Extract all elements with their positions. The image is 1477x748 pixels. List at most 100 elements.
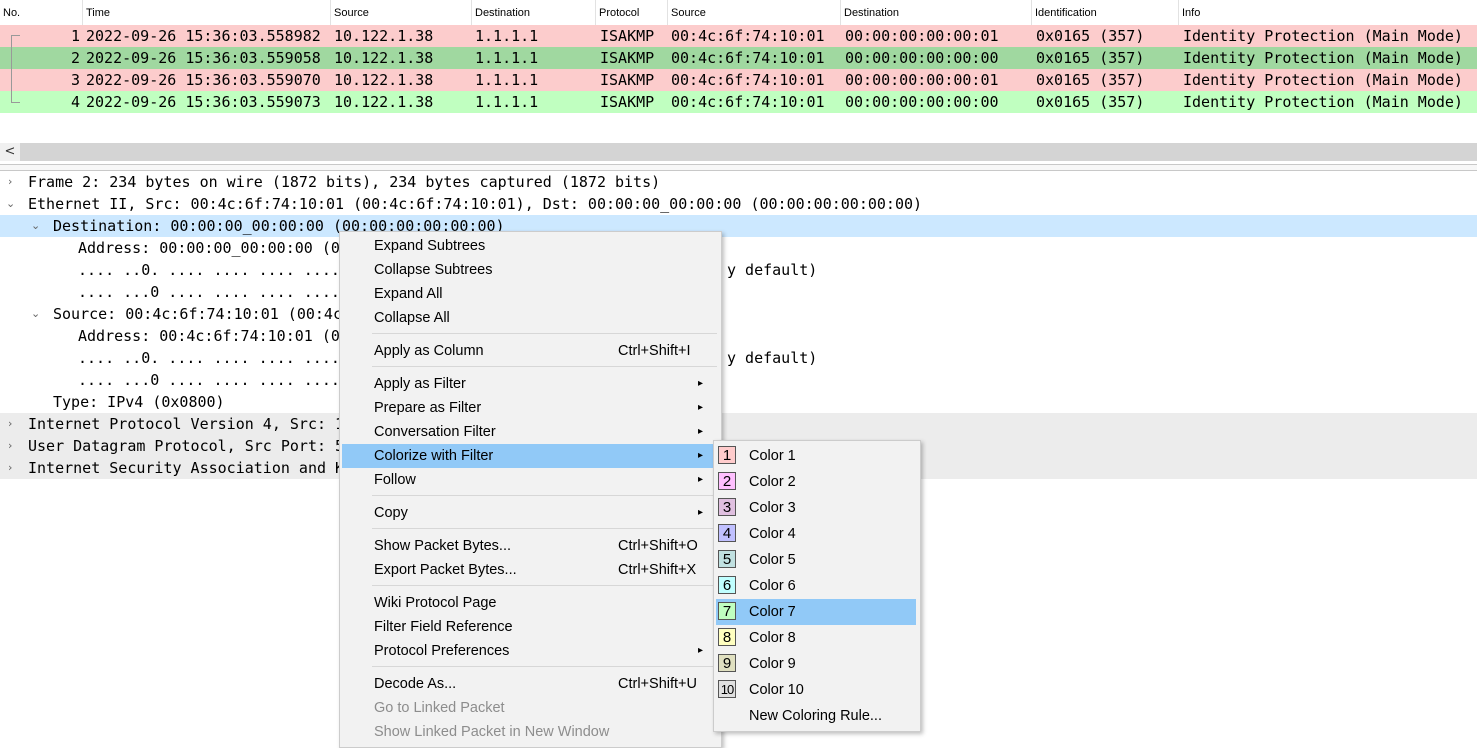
menu-item-export-packet-bytes[interactable]: Export Packet Bytes... Ctrl+Shift+X bbox=[342, 558, 719, 582]
menu-label: Color 6 bbox=[749, 578, 796, 594]
menu-shortcut: Ctrl+Shift+O bbox=[618, 538, 698, 554]
tree-item-destination[interactable]: ⌄ Destination: 00:00:00_00:00:00 (00:00:… bbox=[0, 215, 1477, 237]
color-swatch-icon: 1 bbox=[718, 446, 736, 464]
packet-cell-src: 10.122.1.38 bbox=[334, 93, 434, 111]
menu-item-collapse-all[interactable]: Collapse All bbox=[342, 306, 719, 330]
tree-item-dst-address[interactable]: Address: 00:00:00_00:00:00 (0 bbox=[0, 237, 1477, 259]
tree-item-src-lg-bit[interactable]: .... ..0. .... .... .... .... y default) bbox=[0, 347, 1477, 369]
menu-separator bbox=[372, 495, 717, 496]
menu-item-expand-subtrees[interactable]: Expand Subtrees bbox=[342, 234, 719, 258]
tree-item-label: .... ..0. .... .... .... .... bbox=[78, 349, 340, 367]
menu-separator bbox=[372, 366, 717, 367]
submenu-arrow-icon: ▸ bbox=[698, 645, 704, 656]
tree-item-label: Address: 00:00:00_00:00:00 (0 bbox=[78, 239, 340, 257]
chevron-right-icon[interactable]: › bbox=[8, 457, 12, 479]
col-header-time[interactable]: Time bbox=[83, 0, 331, 25]
col-header-source[interactable]: Source bbox=[331, 0, 472, 25]
horizontal-scrollbar[interactable]: < bbox=[0, 143, 1477, 161]
menu-label: Wiki Protocol Page bbox=[374, 595, 497, 611]
chevron-right-icon[interactable]: › bbox=[8, 435, 12, 457]
col-header-identification[interactable]: Identification bbox=[1032, 0, 1179, 25]
color-swatch-icon: 10 bbox=[718, 680, 736, 698]
tree-item-source[interactable]: ⌄ Source: 00:4c:6f:74:10:01 (00:4c bbox=[0, 303, 1477, 325]
col-header-destination[interactable]: Destination bbox=[472, 0, 596, 25]
menu-item-filter-field-reference[interactable]: Filter Field Reference bbox=[342, 615, 719, 639]
col-header-no[interactable]: No. bbox=[0, 0, 83, 25]
menu-item-color-9[interactable]: 9 Color 9 bbox=[716, 651, 916, 677]
color-swatch-icon: 8 bbox=[718, 628, 736, 646]
menu-item-expand-all[interactable]: Expand All bbox=[342, 282, 719, 306]
tree-item-type[interactable]: Type: IPv4 (0x0800) bbox=[0, 391, 1477, 413]
pane-splitter[interactable] bbox=[0, 164, 1477, 171]
menu-item-apply-as-column[interactable]: Apply as Column Ctrl+Shift+I bbox=[342, 339, 719, 363]
submenu-arrow-icon: ▸ bbox=[698, 402, 704, 413]
menu-item-protocol-preferences[interactable]: Protocol Preferences ▸ bbox=[342, 639, 719, 663]
menu-separator bbox=[372, 528, 717, 529]
menu-item-new-coloring-rule[interactable]: New Coloring Rule... bbox=[716, 703, 916, 729]
menu-item-go-to-linked-packet: Go to Linked Packet bbox=[342, 696, 719, 720]
packet-cell-hwdst: 00:00:00:00:00:00 bbox=[845, 49, 999, 67]
menu-item-wiki-protocol-page[interactable]: Wiki Protocol Page bbox=[342, 591, 719, 615]
menu-item-colorize-with-filter[interactable]: Colorize with Filter ▸ bbox=[342, 444, 719, 468]
tree-item-dst-lg-bit[interactable]: .... ..0. .... .... .... .... y default) bbox=[0, 259, 1477, 281]
tree-item-label: Ethernet II, Src: 00:4c:6f:74:10:01 (00:… bbox=[28, 195, 923, 213]
packet-cell-hwsrc: 00:4c:6f:74:10:01 bbox=[671, 49, 825, 67]
submenu-arrow-icon: ▸ bbox=[698, 378, 704, 389]
menu-item-color-3[interactable]: 3 Color 3 bbox=[716, 495, 916, 521]
tree-item-ethernet[interactable]: ⌄ Ethernet II, Src: 00:4c:6f:74:10:01 (0… bbox=[0, 193, 1477, 215]
packet-cell-hwsrc: 00:4c:6f:74:10:01 bbox=[671, 27, 825, 45]
tree-item-dst-ig-bit[interactable]: .... ...0 .... .... .... .... bbox=[0, 281, 1477, 303]
menu-item-color-4[interactable]: 4 Color 4 bbox=[716, 521, 916, 547]
chevron-down-icon[interactable]: ⌄ bbox=[31, 215, 40, 237]
menu-shortcut: Ctrl+Shift+U bbox=[618, 676, 697, 692]
menu-item-collapse-subtrees[interactable]: Collapse Subtrees bbox=[342, 258, 719, 282]
menu-label: Copy bbox=[374, 505, 408, 521]
col-header-protocol[interactable]: Protocol bbox=[596, 0, 668, 25]
menu-label: Color 9 bbox=[749, 656, 796, 672]
menu-label: Collapse Subtrees bbox=[374, 262, 493, 278]
submenu-arrow-icon: ▸ bbox=[698, 507, 704, 518]
packet-cell-ident: 0x0165 (357) bbox=[1036, 93, 1145, 111]
chevron-down-icon[interactable]: ⌄ bbox=[31, 303, 40, 325]
menu-item-color-2[interactable]: 2 Color 2 bbox=[716, 469, 916, 495]
col-header-info[interactable]: Info bbox=[1179, 0, 1477, 25]
tree-item-ipv4[interactable]: › Internet Protocol Version 4, Src: 1 bbox=[0, 413, 1477, 435]
menu-item-color-5[interactable]: 5 Color 5 bbox=[716, 547, 916, 573]
menu-item-copy[interactable]: Copy ▸ bbox=[342, 501, 719, 525]
menu-item-follow[interactable]: Follow ▸ bbox=[342, 468, 719, 492]
menu-item-show-packet-bytes[interactable]: Show Packet Bytes... Ctrl+Shift+O bbox=[342, 534, 719, 558]
menu-label: Expand Subtrees bbox=[374, 238, 486, 254]
menu-item-color-8[interactable]: 8 Color 8 bbox=[716, 625, 916, 651]
chevron-down-icon[interactable]: ⌄ bbox=[6, 193, 15, 215]
conversation-bracket bbox=[11, 35, 20, 103]
menu-item-color-7[interactable]: 7 Color 7 bbox=[716, 599, 916, 625]
menu-item-conversation-filter[interactable]: Conversation Filter ▸ bbox=[342, 420, 719, 444]
packet-cell-time: 2022-09-26 15:36:03.559073 bbox=[86, 93, 321, 111]
menu-label: Follow bbox=[374, 472, 416, 488]
packet-row[interactable]: 1 2022-09-26 15:36:03.558982 10.122.1.38 1.… bbox=[0, 25, 1477, 47]
chevron-right-icon[interactable]: › bbox=[8, 171, 12, 193]
menu-item-apply-as-filter[interactable]: Apply as Filter ▸ bbox=[342, 372, 719, 396]
packet-row[interactable]: 4 2022-09-26 15:36:03.559073 10.122.1.38 1.… bbox=[0, 91, 1477, 113]
packet-row[interactable]: 2 2022-09-26 15:36:03.559058 10.122.1.38 1.… bbox=[0, 47, 1477, 69]
packet-cell-proto: ISAKMP bbox=[600, 27, 655, 45]
scroll-left-icon[interactable]: < bbox=[0, 143, 20, 161]
tree-item-src-address[interactable]: Address: 00:4c:6f:74:10:01 (0 bbox=[0, 325, 1477, 347]
menu-item-color-10[interactable]: 10 Color 10 bbox=[716, 677, 916, 703]
submenu-arrow-icon: ▸ bbox=[698, 450, 704, 461]
menu-item-prepare-as-filter[interactable]: Prepare as Filter ▸ bbox=[342, 396, 719, 420]
packet-cell-src: 10.122.1.38 bbox=[334, 71, 434, 89]
menu-item-decode-as[interactable]: Decode As... Ctrl+Shift+U bbox=[342, 672, 719, 696]
chevron-right-icon[interactable]: › bbox=[8, 413, 12, 435]
col-header-hw-destination[interactable]: Destination bbox=[841, 0, 1032, 25]
packet-cell-info: Identity Protection (Main Mode) bbox=[1183, 49, 1463, 67]
submenu-arrow-icon: ▸ bbox=[698, 474, 704, 485]
menu-item-color-1[interactable]: 1 Color 1 bbox=[716, 443, 916, 469]
tree-item-src-ig-bit[interactable]: .... ...0 .... .... .... .... bbox=[0, 369, 1477, 391]
packet-cell-hwdst: 00:00:00:00:00:00 bbox=[845, 93, 999, 111]
tree-item-frame[interactable]: › Frame 2: 234 bytes on wire (1872 bits)… bbox=[0, 171, 1477, 193]
packet-row[interactable]: 3 2022-09-26 15:36:03.559070 10.122.1.38 1.… bbox=[0, 69, 1477, 91]
col-header-hw-source[interactable]: Source bbox=[668, 0, 841, 25]
menu-separator bbox=[372, 585, 717, 586]
menu-item-color-6[interactable]: 6 Color 6 bbox=[716, 573, 916, 599]
